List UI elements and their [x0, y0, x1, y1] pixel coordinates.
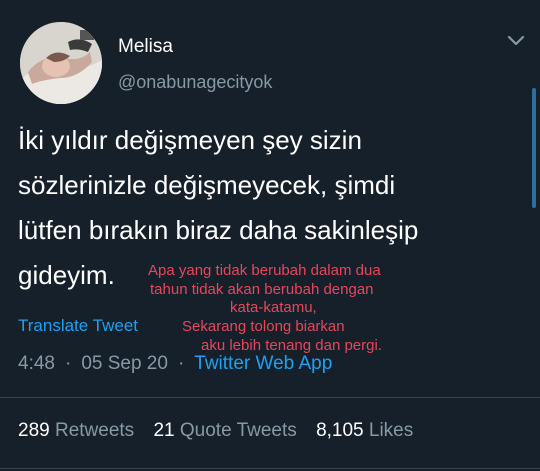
quote-tweets-stat[interactable]: 21 Quote Tweets: [153, 420, 296, 441]
likes-count: 8,105: [316, 420, 364, 441]
divider: [0, 468, 540, 469]
quote-tweets-label: Quote Tweets: [179, 420, 297, 441]
retweets-count: 289: [18, 420, 50, 441]
avatar[interactable]: [20, 22, 102, 104]
tweet-line: İki yıldır değişmeyen şey sizin: [18, 125, 362, 155]
tweet-line: lütfen bırakın biraz daha sakinleşip: [18, 215, 419, 245]
retweets-stat[interactable]: 289 Retweets: [18, 420, 134, 441]
tweet-time[interactable]: 4:48: [18, 353, 55, 374]
likes-stat[interactable]: 8,105 Likes: [316, 420, 413, 441]
translate-tweet-link[interactable]: Translate Tweet: [18, 316, 138, 336]
translation-overlay-line: Sekarang tolong biarkan: [182, 318, 345, 335]
author-handle[interactable]: @onabunagecityok: [118, 72, 272, 93]
avatar-photo: [20, 22, 102, 104]
divider: [0, 397, 540, 398]
scrollbar[interactable]: [532, 88, 536, 208]
translation-overlay-line: kata-katamu,: [230, 299, 317, 316]
meta-separator: ·: [64, 353, 72, 374]
tweet-meta: 4:48 · 05 Sep 20 · Twitter Web App: [18, 353, 332, 375]
tweet-source-link[interactable]: Twitter Web App: [194, 353, 332, 374]
retweets-label: Retweets: [54, 420, 135, 441]
author-display-name[interactable]: Melisa: [118, 36, 173, 58]
quote-tweets-count: 21: [153, 420, 175, 441]
chevron-down-icon[interactable]: [506, 34, 526, 48]
translation-overlay-line: tahun tidak akan berubah dengan: [150, 281, 374, 298]
likes-label: Likes: [368, 420, 414, 441]
tweet-line: sözlerinizle değişmeyecek, şimdi: [18, 170, 396, 200]
tweet-stats: 289 Retweets 21 Quote Tweets 8,105 Likes: [18, 420, 427, 442]
translation-overlay-line: Apa yang tidak berubah dalam dua: [148, 262, 381, 279]
tweet-date[interactable]: 05 Sep 20: [81, 353, 168, 374]
meta-separator: ·: [177, 353, 185, 374]
